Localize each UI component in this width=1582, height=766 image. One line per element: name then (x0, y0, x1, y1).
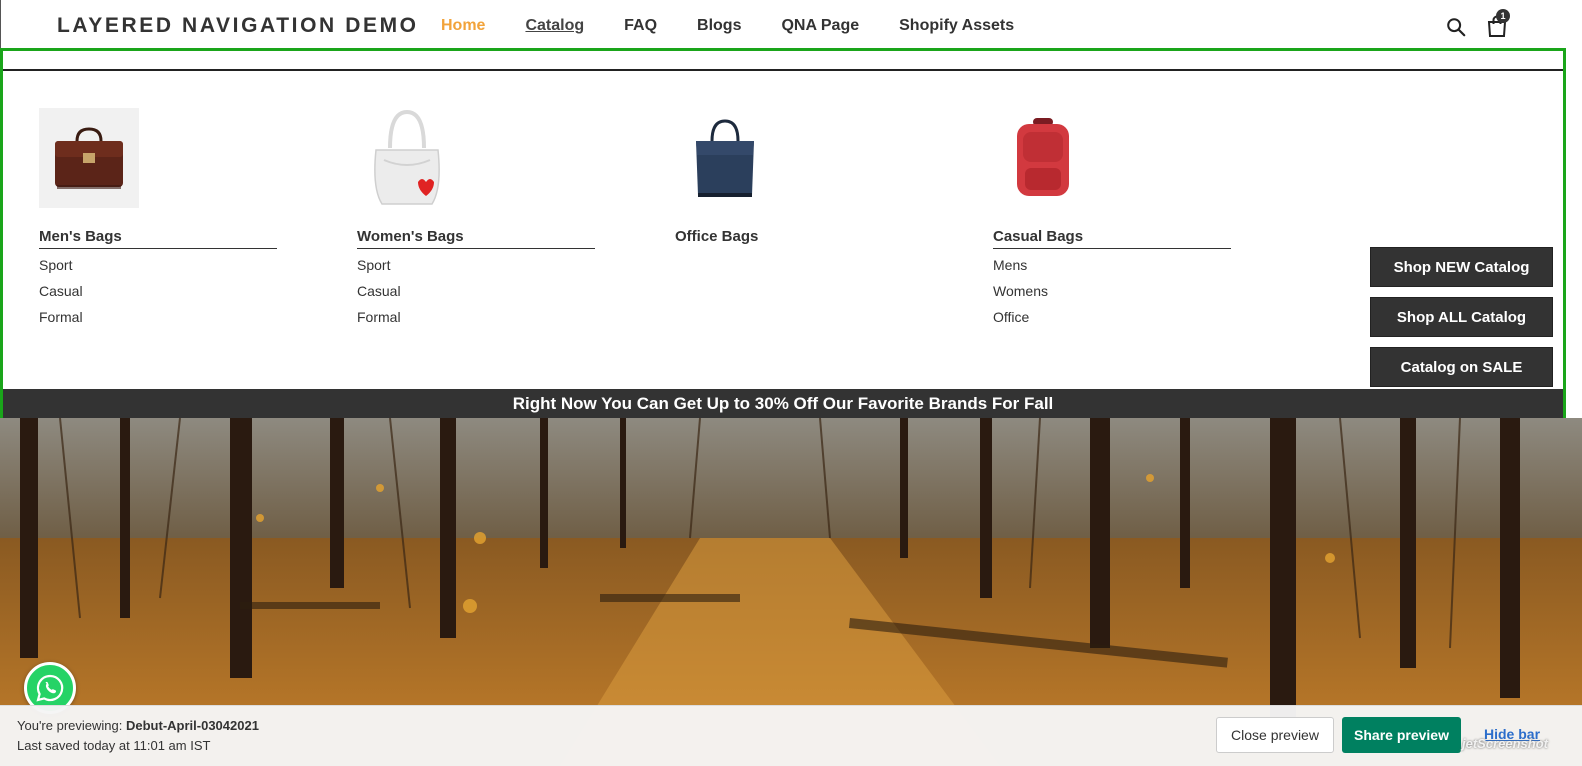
brown-briefcase-icon (55, 127, 123, 189)
last-saved-text: Last saved today at 11:01 am IST (17, 738, 211, 753)
red-backpack-icon (1017, 118, 1069, 196)
site-header: LAYERED NAVIGATION DEMO Home Catalog FAQ… (0, 0, 1582, 50)
catalog-on-sale-button[interactable]: Catalog on SALE (1370, 347, 1553, 387)
navy-office-bag-icon (696, 119, 754, 197)
menu-column-mens-bags: Men's Bags Sport Casual Formal (39, 108, 279, 333)
womens-bags-link-formal[interactable]: Formal (357, 307, 597, 333)
theme-name: Debut-April-03042021 (125, 718, 259, 733)
mens-bags-link-sport[interactable]: Sport (39, 255, 279, 281)
mens-bags-link-formal[interactable]: Formal (39, 307, 279, 333)
menu-column-casual-bags: Casual Bags Mens Womens Office (993, 108, 1233, 333)
nav-home[interactable]: Home (441, 17, 485, 35)
theme-preview-bar: You're previewing: Debut-April-03042021 … (0, 705, 1582, 766)
nav-qna-page[interactable]: QNA Page (781, 17, 859, 35)
womens-bags-title[interactable]: Women's Bags (357, 228, 595, 249)
previewing-label: You're previewing: (17, 718, 123, 733)
casual-bags-image[interactable] (993, 108, 1093, 208)
site-logo[interactable]: LAYERED NAVIGATION DEMO (57, 14, 419, 38)
womens-bags-image[interactable] (357, 108, 457, 208)
promo-banner[interactable]: Right Now You Can Get Up to 30% Off Our … (3, 389, 1563, 418)
shop-all-catalog-button[interactable]: Shop ALL Catalog (1370, 297, 1553, 337)
nav-blogs[interactable]: Blogs (697, 17, 741, 35)
previewing-line: You're previewing: Debut-April-03042021 (17, 718, 259, 733)
menu-column-office-bags: Office Bags (675, 108, 915, 254)
casual-bags-title[interactable]: Casual Bags (993, 228, 1231, 249)
close-preview-button[interactable]: Close preview (1216, 717, 1334, 753)
cart-count-badge: 1 (1496, 9, 1510, 23)
share-preview-button[interactable]: Share preview (1342, 717, 1461, 753)
nav-catalog[interactable]: Catalog (525, 17, 584, 35)
main-nav: Home Catalog FAQ Blogs QNA Page Shopify … (441, 17, 1054, 35)
mens-bags-title[interactable]: Men's Bags (39, 228, 277, 249)
white-handbag-icon (374, 109, 440, 205)
screenshot-watermark: jetScreenshot (1462, 736, 1548, 751)
mens-bags-image[interactable] (39, 108, 139, 208)
mens-bags-link-casual[interactable]: Casual (39, 281, 279, 307)
mega-menu: Men's Bags Sport Casual Formal Women's B… (0, 48, 1566, 442)
casual-bags-link-womens[interactable]: Womens (993, 281, 1233, 307)
office-bags-image[interactable] (675, 108, 775, 208)
menu-column-womens-bags: Women's Bags Sport Casual Formal (357, 108, 597, 333)
mega-menu-divider (3, 69, 1563, 71)
shop-new-catalog-button[interactable]: Shop NEW Catalog (1370, 247, 1553, 287)
nav-faq[interactable]: FAQ (624, 17, 657, 35)
office-bags-title[interactable]: Office Bags (675, 228, 913, 248)
casual-bags-link-office[interactable]: Office (993, 307, 1233, 333)
casual-bags-link-mens[interactable]: Mens (993, 255, 1233, 281)
whatsapp-icon (36, 674, 64, 702)
search-icon[interactable] (1445, 16, 1467, 38)
nav-shopify-assets[interactable]: Shopify Assets (899, 17, 1014, 35)
womens-bags-link-casual[interactable]: Casual (357, 281, 597, 307)
womens-bags-link-sport[interactable]: Sport (357, 255, 597, 281)
